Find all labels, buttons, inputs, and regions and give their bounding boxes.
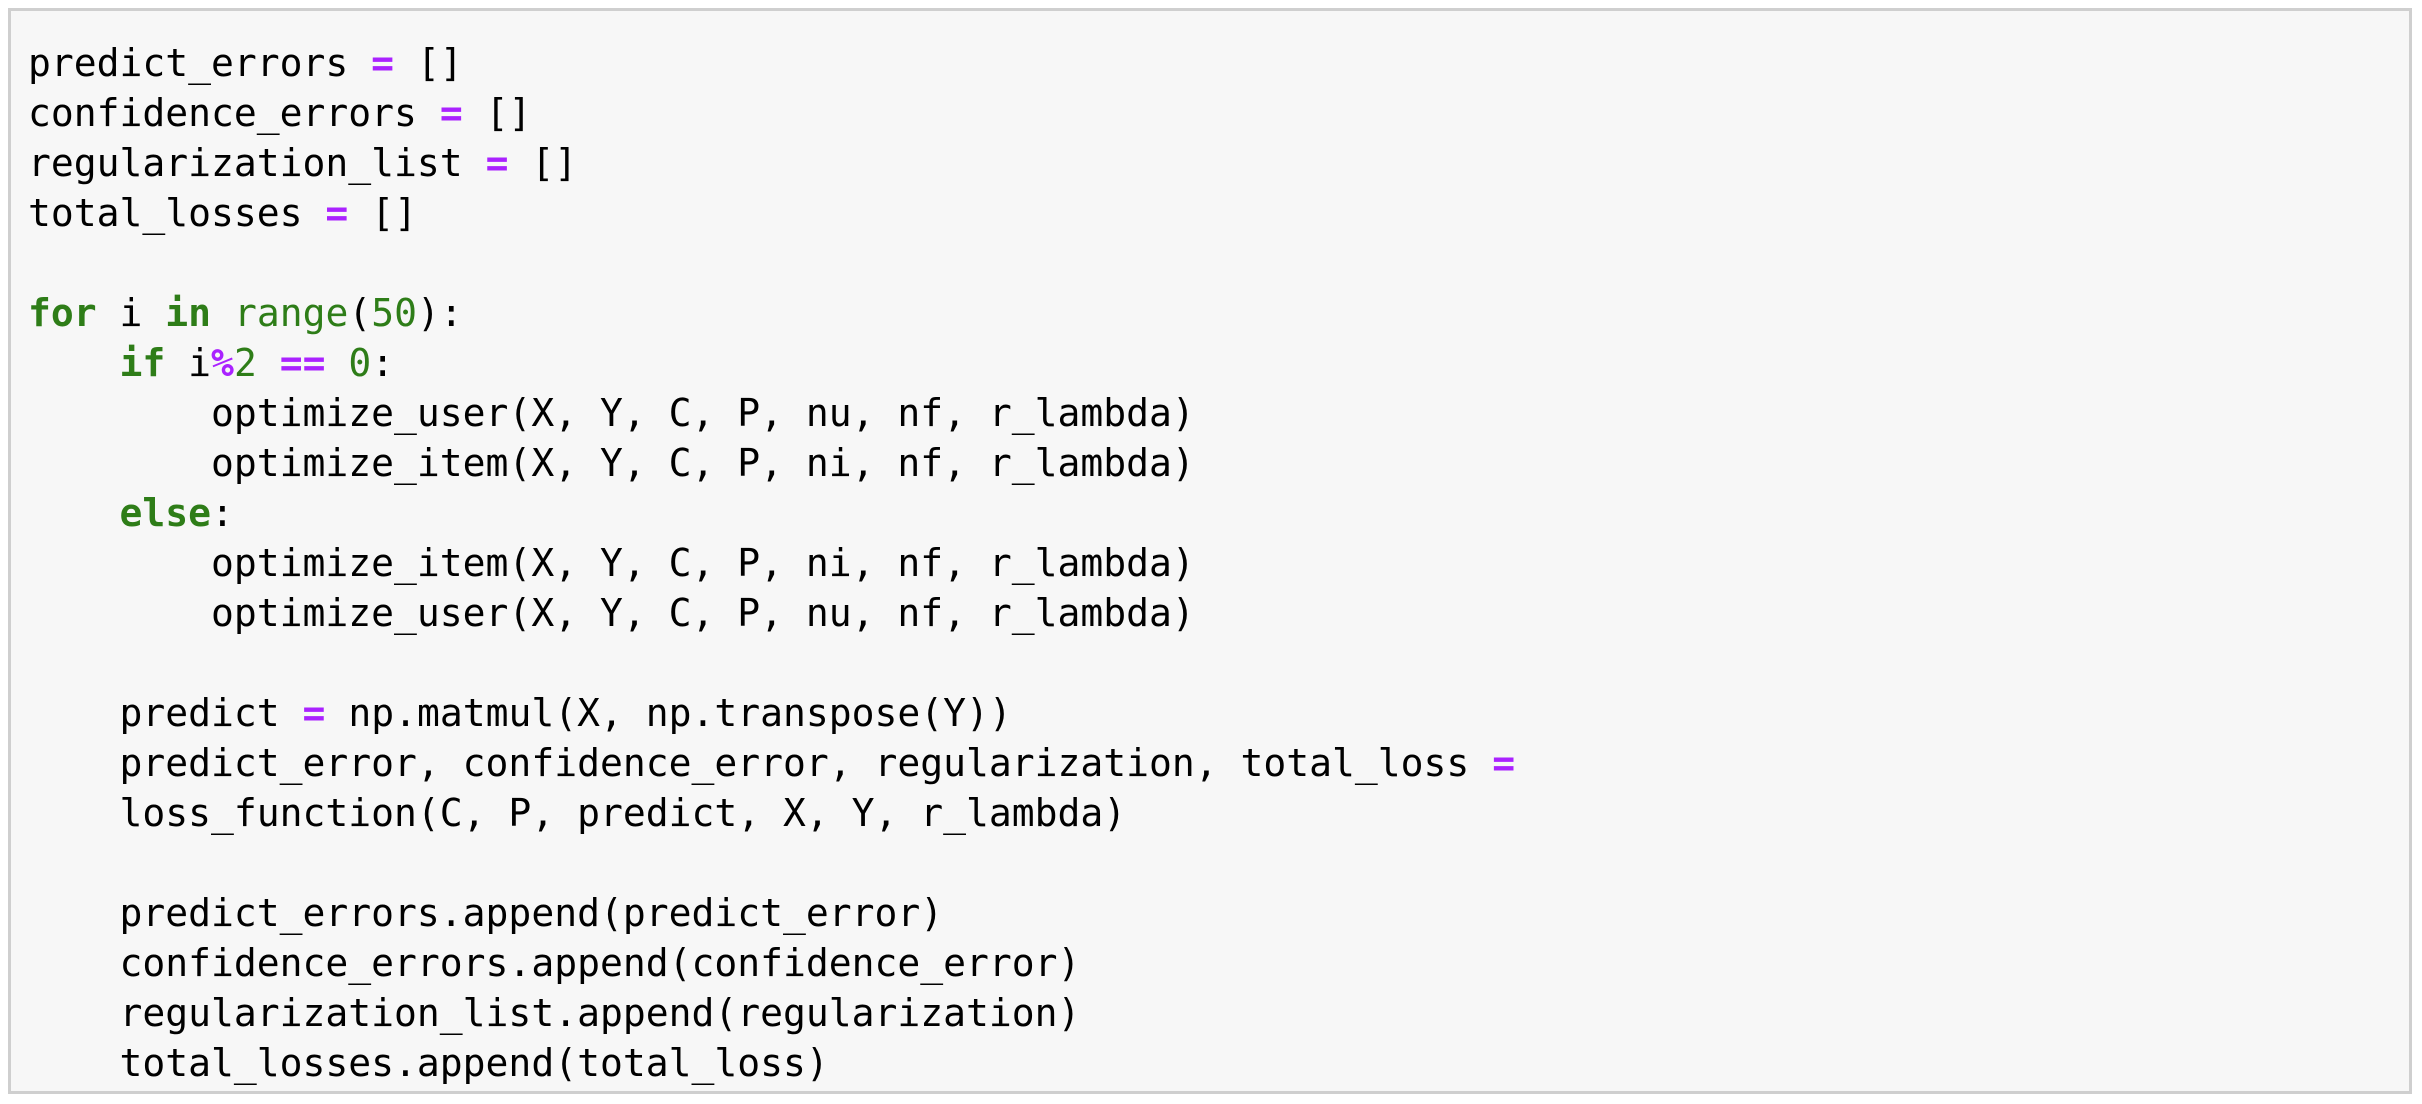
operator-token: =: [439, 91, 463, 135]
code-text: optimize_user(X, Y, C, P, nu, nf, r_lamb…: [28, 591, 1195, 635]
code-line: total_losses.append(total_loss): [28, 1038, 1515, 1088]
keyword-token: else: [119, 491, 212, 535]
number-token: 2: [233, 341, 257, 385]
code-text: np.matmul(X, np.transpose(Y)): [325, 691, 1012, 735]
code-text: predict_errors: [28, 41, 372, 85]
code-line: if i%2 == 0:: [28, 338, 1515, 388]
code-line: predict_errors.append(predict_error): [28, 888, 1515, 938]
code-line: regularization_list = []: [28, 138, 1515, 188]
code-line: predict_error, confidence_error, regular…: [28, 738, 1516, 788]
operator-token: ==: [279, 341, 326, 385]
code-text: []: [462, 91, 532, 135]
code-text: optimize_item(X, Y, C, P, ni, nf, r_lamb…: [28, 541, 1195, 585]
code-text: []: [348, 191, 417, 235]
code-text: predict_errors.append(predict_error): [28, 891, 944, 935]
operator-token: =: [302, 691, 326, 735]
code-line: confidence_errors = []: [28, 88, 1515, 138]
code-text: :: [371, 341, 395, 385]
code-text: predict_error, confidence_error, regular…: [28, 741, 1493, 785]
code-line: loss_function(C, P, predict, X, Y, r_lam…: [28, 788, 1515, 838]
code-text: total_losses.append(total_loss): [28, 1041, 829, 1085]
code-editor[interactable]: predict_errors = [] confidence_errors = […: [28, 38, 1515, 1088]
code-text: optimize_user(X, Y, C, P, nu, nf, r_lamb…: [28, 391, 1195, 435]
code-line: optimize_item(X, Y, C, P, ni, nf, r_lamb…: [28, 538, 1515, 588]
code-text: regularization_list: [28, 141, 486, 185]
code-line: else:: [28, 488, 1515, 538]
builtin-token: range: [233, 291, 349, 335]
code-text: regularization_list.append(regularizatio…: [28, 991, 1081, 1035]
operator-token: %: [211, 341, 234, 385]
code-text: loss_function(C, P, predict, X, Y, r_lam…: [28, 791, 1127, 835]
code-text: ):: [416, 291, 463, 335]
operator-token: =: [485, 141, 509, 185]
code-text: confidence_errors.append(confidence_erro…: [28, 941, 1081, 985]
number-token: 0: [348, 341, 372, 385]
code-line: optimize_user(X, Y, C, P, nu, nf, r_lamb…: [28, 588, 1515, 638]
code-text: :: [211, 491, 234, 535]
code-text: i: [96, 291, 166, 335]
code-text: (: [348, 291, 372, 335]
code-text: i: [165, 341, 212, 385]
number-token: 50: [371, 291, 417, 335]
code-text: total_losses: [28, 191, 326, 235]
keyword-token: in: [165, 291, 212, 335]
code-text: []: [394, 41, 463, 85]
code-line: optimize_user(X, Y, C, P, nu, nf, r_lamb…: [28, 388, 1515, 438]
code-line: total_losses = []: [28, 188, 1515, 238]
code-line: confidence_errors.append(confidence_erro…: [28, 938, 1515, 988]
code-text: []: [508, 141, 578, 185]
operator-token: =: [325, 191, 349, 235]
code-line: optimize_item(X, Y, C, P, ni, nf, r_lamb…: [28, 438, 1515, 488]
keyword-token: if: [119, 341, 166, 385]
operator-token: =: [1492, 741, 1516, 785]
code-line: for i in range(50):: [28, 288, 1515, 338]
code-line: predict = np.matmul(X, np.transpose(Y)): [28, 688, 1515, 738]
code-line: regularization_list.append(regularizatio…: [28, 988, 1515, 1038]
code-text: predict: [28, 691, 303, 735]
operator-token: =: [371, 41, 395, 85]
code-text: confidence_errors: [28, 91, 440, 135]
code-text: optimize_item(X, Y, C, P, ni, nf, r_lamb…: [28, 441, 1195, 485]
code-cell[interactable]: predict_errors = [] confidence_errors = […: [8, 8, 2412, 1094]
code-line: predict_errors = []: [28, 38, 1515, 88]
keyword-token: for: [28, 291, 97, 335]
